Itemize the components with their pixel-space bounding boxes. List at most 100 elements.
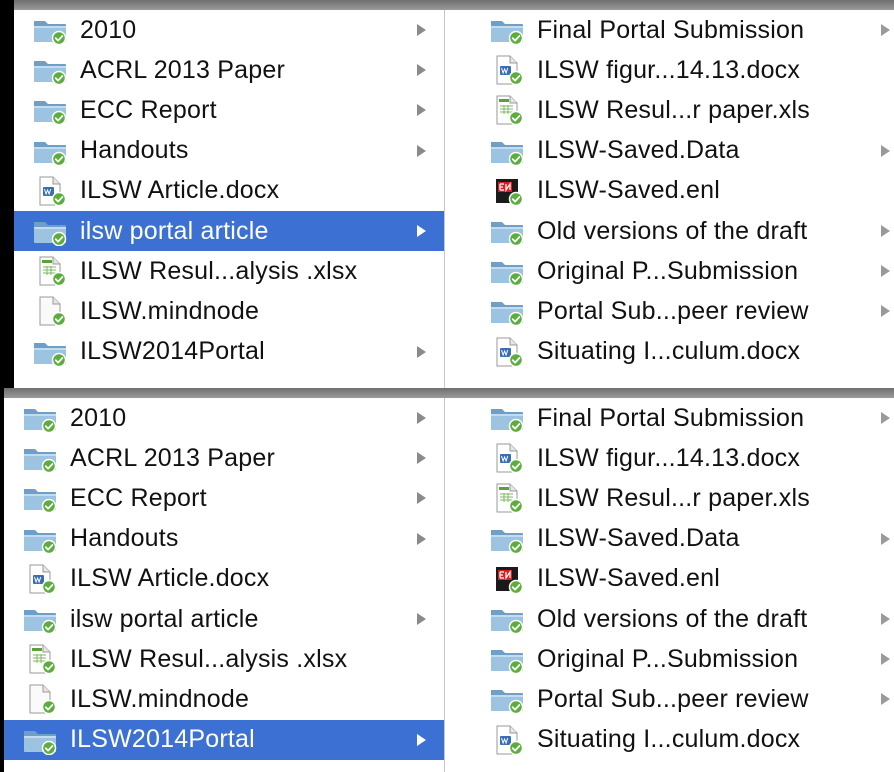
disclosure-arrow-icon[interactable] xyxy=(881,412,890,425)
disclosure-arrow-icon[interactable] xyxy=(417,104,426,117)
disclosure-arrow-icon[interactable] xyxy=(417,492,426,505)
disclosure-arrow-icon[interactable] xyxy=(881,653,890,666)
item-name: ILSW-Saved.Data xyxy=(537,524,740,553)
disclosure-arrow-icon[interactable] xyxy=(417,613,426,626)
folder-synced-icon xyxy=(22,725,58,755)
item-name: Portal Sub...peer review xyxy=(537,684,809,713)
file-row[interactable]: Situating I...culum.docx xyxy=(445,720,894,760)
window-left-edge xyxy=(0,0,14,388)
disclosure-arrow-icon[interactable] xyxy=(417,24,426,37)
folder-row[interactable]: Original P...Submission xyxy=(445,639,894,679)
disclosure-arrow-icon[interactable] xyxy=(417,532,426,545)
folder-contents-column[interactable]: Final Portal Submission ILSW figur...14.1… xyxy=(445,10,894,388)
file-row[interactable]: ILSW Resul...alysis .xlsx xyxy=(4,639,444,679)
folder-synced-icon xyxy=(489,644,525,675)
disclosure-arrow-icon[interactable] xyxy=(417,345,426,358)
folder-row[interactable]: ECC Report xyxy=(14,90,444,130)
excel-document-synced-icon xyxy=(22,644,58,675)
disclosure-arrow-icon[interactable] xyxy=(881,24,890,37)
disclosure-arrow-icon[interactable] xyxy=(881,613,890,626)
disclosure-arrow-icon[interactable] xyxy=(881,225,890,238)
finder-column-view-top: 2010 ACRL 2013 Paper ECC Report Handouts ILS… xyxy=(0,0,894,388)
disclosure-arrow-icon[interactable] xyxy=(881,265,890,278)
file-row[interactable]: ILSW figur...14.13.docx xyxy=(445,438,894,478)
item-name: ACRL 2013 Paper xyxy=(70,443,275,472)
item-name: ILSW Resul...alysis .xlsx xyxy=(80,256,358,285)
disclosure-arrow-icon[interactable] xyxy=(417,144,426,157)
disclosure-arrow-icon[interactable] xyxy=(417,412,426,425)
folder-synced-icon xyxy=(489,136,525,166)
disclosure-arrow-icon[interactable] xyxy=(417,225,426,238)
disclosure-arrow-icon[interactable] xyxy=(881,144,890,157)
word-document-synced-icon xyxy=(32,176,68,206)
file-row[interactable]: ILSW Resul...r paper.xls xyxy=(445,90,894,130)
file-row[interactable]: ILSW.mindnode xyxy=(4,679,444,719)
word-document-synced-icon xyxy=(489,55,525,86)
item-name: ILSW-Saved.enl xyxy=(537,176,720,205)
folder-row[interactable]: Old versions of the draft xyxy=(445,211,894,251)
folder-row[interactable]: Original P...Submission xyxy=(445,251,894,291)
disclosure-arrow-icon[interactable] xyxy=(881,305,890,318)
folder-contents-column[interactable]: Final Portal Submission ILSW figur...14.1… xyxy=(445,398,894,772)
folder-synced-icon xyxy=(489,403,525,434)
item-name: Situating I...culum.docx xyxy=(537,337,801,366)
folder-row[interactable]: ILSW-Saved.Data xyxy=(445,131,894,171)
parent-folder-column[interactable]: 2010 ACRL 2013 Paper ECC Report Handouts ILS… xyxy=(14,10,445,388)
file-row[interactable]: ILSW.mindnode xyxy=(14,291,444,331)
folder-row[interactable]: ILSW2014Portal xyxy=(4,719,444,760)
file-row[interactable]: ILSW Resul...r paper.xls xyxy=(445,478,894,518)
folder-synced-icon xyxy=(22,443,58,474)
file-row[interactable]: Situating I...culum.docx xyxy=(445,332,894,372)
item-name: ILSW Article.docx xyxy=(80,176,280,205)
folder-row[interactable]: Handouts xyxy=(14,131,444,171)
folder-row[interactable]: Final Portal Submission xyxy=(445,10,894,50)
folder-synced-icon xyxy=(22,483,58,514)
parent-folder-column[interactable]: 2010 ACRL 2013 Paper ECC Report Handouts ILS… xyxy=(4,398,445,772)
item-name: Final Portal Submission xyxy=(537,403,805,432)
folder-synced-icon xyxy=(489,524,525,554)
folder-row[interactable]: Handouts xyxy=(4,519,444,559)
folder-row[interactable]: ilsw portal article xyxy=(4,599,444,639)
item-name: 2010 xyxy=(70,403,127,432)
file-row[interactable]: ILSW-Saved.enl xyxy=(445,171,894,211)
file-row[interactable]: ILSW-Saved.enl xyxy=(445,559,894,599)
item-name: ILSW-Saved.enl xyxy=(537,564,720,593)
folder-synced-icon xyxy=(22,524,58,554)
folder-row[interactable]: ilsw portal article xyxy=(14,210,444,252)
folder-row[interactable]: ECC Report xyxy=(4,478,444,518)
folder-row[interactable]: 2010 xyxy=(14,10,444,50)
folder-row[interactable]: 2010 xyxy=(4,398,444,438)
excel-document-synced-icon xyxy=(32,256,68,287)
disclosure-arrow-icon[interactable] xyxy=(881,532,890,545)
folder-synced-icon xyxy=(22,403,58,434)
folder-row[interactable]: ACRL 2013 Paper xyxy=(4,438,444,478)
finder-column-view-bottom: 2010 ACRL 2013 Paper ECC Report Handouts ILS… xyxy=(0,388,894,772)
folder-synced-icon xyxy=(489,256,525,287)
file-row[interactable]: ILSW Article.docx xyxy=(14,171,444,211)
item-name: ilsw portal article xyxy=(70,604,259,633)
folder-synced-icon xyxy=(32,15,68,46)
file-row[interactable]: ILSW Article.docx xyxy=(4,559,444,599)
disclosure-arrow-icon[interactable] xyxy=(417,452,426,465)
folder-row[interactable]: ILSW-Saved.Data xyxy=(445,519,894,559)
item-name: Situating I...culum.docx xyxy=(537,725,801,754)
disclosure-arrow-icon[interactable] xyxy=(417,64,426,77)
window-edge xyxy=(0,388,894,398)
item-name: ECC Report xyxy=(80,95,217,124)
item-name: Final Portal Submission xyxy=(537,15,805,44)
folder-row[interactable]: Portal Sub...peer review xyxy=(445,291,894,331)
item-name: ilsw portal article xyxy=(80,216,269,245)
disclosure-arrow-icon[interactable] xyxy=(881,693,890,706)
folder-row[interactable]: ILSW2014Portal xyxy=(14,332,444,372)
folder-row[interactable]: Final Portal Submission xyxy=(445,398,894,438)
file-row[interactable]: ILSW figur...14.13.docx xyxy=(445,50,894,90)
disclosure-arrow-icon[interactable] xyxy=(417,733,426,746)
file-row[interactable]: ILSW Resul...alysis .xlsx xyxy=(14,251,444,291)
item-name: ILSW figur...14.13.docx xyxy=(537,55,801,84)
word-document-synced-icon xyxy=(22,564,58,594)
excel-document-synced-icon xyxy=(489,95,525,126)
folder-row[interactable]: Old versions of the draft xyxy=(445,599,894,639)
folder-row[interactable]: ACRL 2013 Paper xyxy=(14,50,444,90)
blank-document-synced-icon xyxy=(32,296,68,327)
folder-row[interactable]: Portal Sub...peer review xyxy=(445,679,894,719)
